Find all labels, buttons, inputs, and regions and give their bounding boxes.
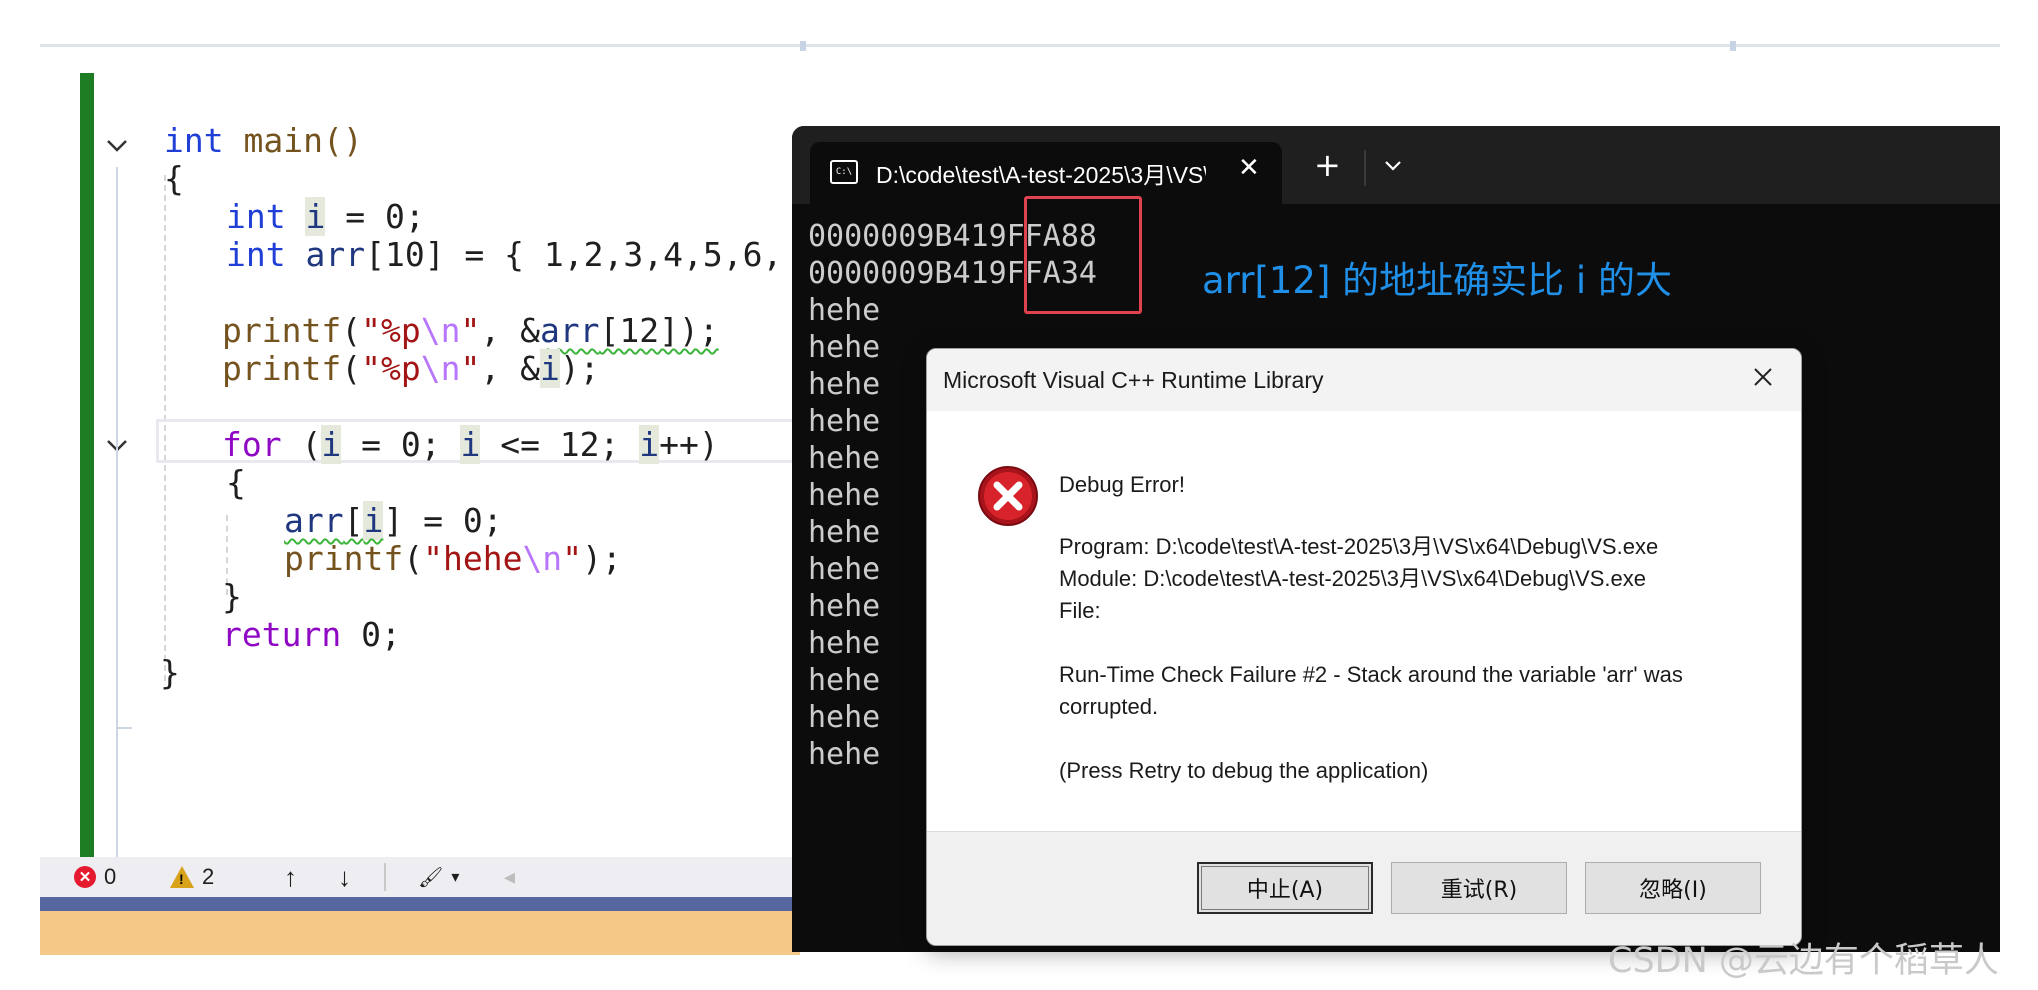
error-count[interactable]: ✕ 0 (74, 863, 116, 891)
scrollbar-strip (40, 897, 800, 911)
error-count-text: 0 (104, 864, 117, 889)
abort-button[interactable]: 中止(A) (1197, 862, 1373, 914)
code-line-7: for (i = 0; i <= 12; i++) (222, 425, 719, 464)
code-line-4: int arr[10] = { 1,2,3,4,5,6, (226, 235, 783, 274)
new-tab-button[interactable]: + (1314, 149, 1341, 181)
editor-status-strip: ✕ 0 ! 2 ↑ ↓ 🖌 ▾ ◂ (40, 857, 800, 897)
console-icon: C:\ (830, 160, 858, 184)
ignore-button[interactable]: 忽略(I) (1585, 862, 1761, 914)
error-file: File: (1059, 598, 1101, 623)
error-hint: (Press Retry to debug the application) (1059, 758, 1429, 783)
retry-button[interactable]: 重试(R) (1391, 862, 1567, 914)
terminal-tab[interactable]: C:\ D:\code\test\A-test-2025\3月\VS\x64\D… (810, 142, 1282, 204)
terminal-tab-bar: C:\ D:\code\test\A-test-2025\3月\VS\x64\D… (792, 126, 2000, 204)
code-line-13: } (160, 653, 180, 692)
watermark: CSDN @云边有个稻草人 (1608, 941, 1999, 981)
tab-separator (1364, 150, 1366, 186)
status-bar-background (40, 911, 800, 955)
scroll-left-button[interactable]: ◂ (504, 863, 515, 891)
next-issue-button[interactable]: ↓ (338, 861, 351, 892)
terminal-tab-title: D:\code\test\A-test-2025\3月\VS\x64\Debug… (876, 162, 1206, 188)
fold-guide-line (116, 167, 118, 857)
warning-count[interactable]: ! 2 (170, 863, 214, 891)
error-icon (977, 465, 1039, 527)
dialog-body: Debug Error! Program: D:\code\test\A-tes… (927, 411, 1801, 831)
dialog-footer: 中止(A) 重试(R) 忽略(I) (927, 831, 1801, 945)
dialog-title: Microsoft Visual C++ Runtime Library (943, 367, 1324, 393)
arrow-down-icon: ↓ (338, 861, 351, 892)
brush-icon: 🖌 (418, 866, 444, 889)
arrow-up-icon: ↑ (284, 861, 297, 892)
code-line-8: { (226, 463, 246, 502)
fold-guide-end (116, 727, 132, 729)
error-module: Module: D:\code\test\A-test-2025\3月\VS\x… (1059, 566, 1646, 591)
code-line-1: int main() (164, 121, 363, 160)
fold-main-chevron-icon[interactable] (104, 133, 130, 159)
close-icon[interactable] (1749, 363, 1777, 391)
error-message-line-2: corrupted. (1059, 694, 1159, 719)
code-line-12: return 0; (222, 615, 401, 654)
warning-count-text: 2 (202, 864, 215, 889)
caret-down-icon: ▾ (451, 869, 460, 886)
code-line-10: printf("hehe\n"); (284, 539, 622, 578)
runtime-error-dialog[interactable]: Microsoft Visual C++ Runtime Library Deb… (926, 348, 1802, 946)
close-tab-button[interactable]: ✕ (1238, 152, 1260, 183)
error-heading: Debug Error! (1059, 472, 1185, 497)
chevron-down-icon[interactable] (1380, 152, 1406, 178)
prev-issue-button[interactable]: ↑ (284, 861, 297, 892)
annotation-text: arr[12] 的地址确实比 i 的大 (1202, 259, 1672, 302)
status-divider (384, 863, 386, 891)
warning-icon: ! (170, 866, 194, 888)
error-program: Program: D:\code\test\A-test-2025\3月\VS\… (1059, 534, 1659, 559)
scroll-left-icon: ◂ (504, 864, 516, 889)
change-tracking-bar (80, 73, 94, 859)
error-icon: ✕ (74, 866, 96, 888)
code-line-2: { (164, 159, 184, 198)
code-cleanup-button[interactable]: 🖌 ▾ (418, 863, 459, 891)
code-line-6: printf("%p\n", &i); (222, 349, 600, 388)
dialog-titlebar: Microsoft Visual C++ Runtime Library (927, 349, 1801, 411)
address-highlight-box (1024, 196, 1142, 314)
error-message-line-1: Run-Time Check Failure #2 - Stack around… (1059, 662, 1683, 687)
